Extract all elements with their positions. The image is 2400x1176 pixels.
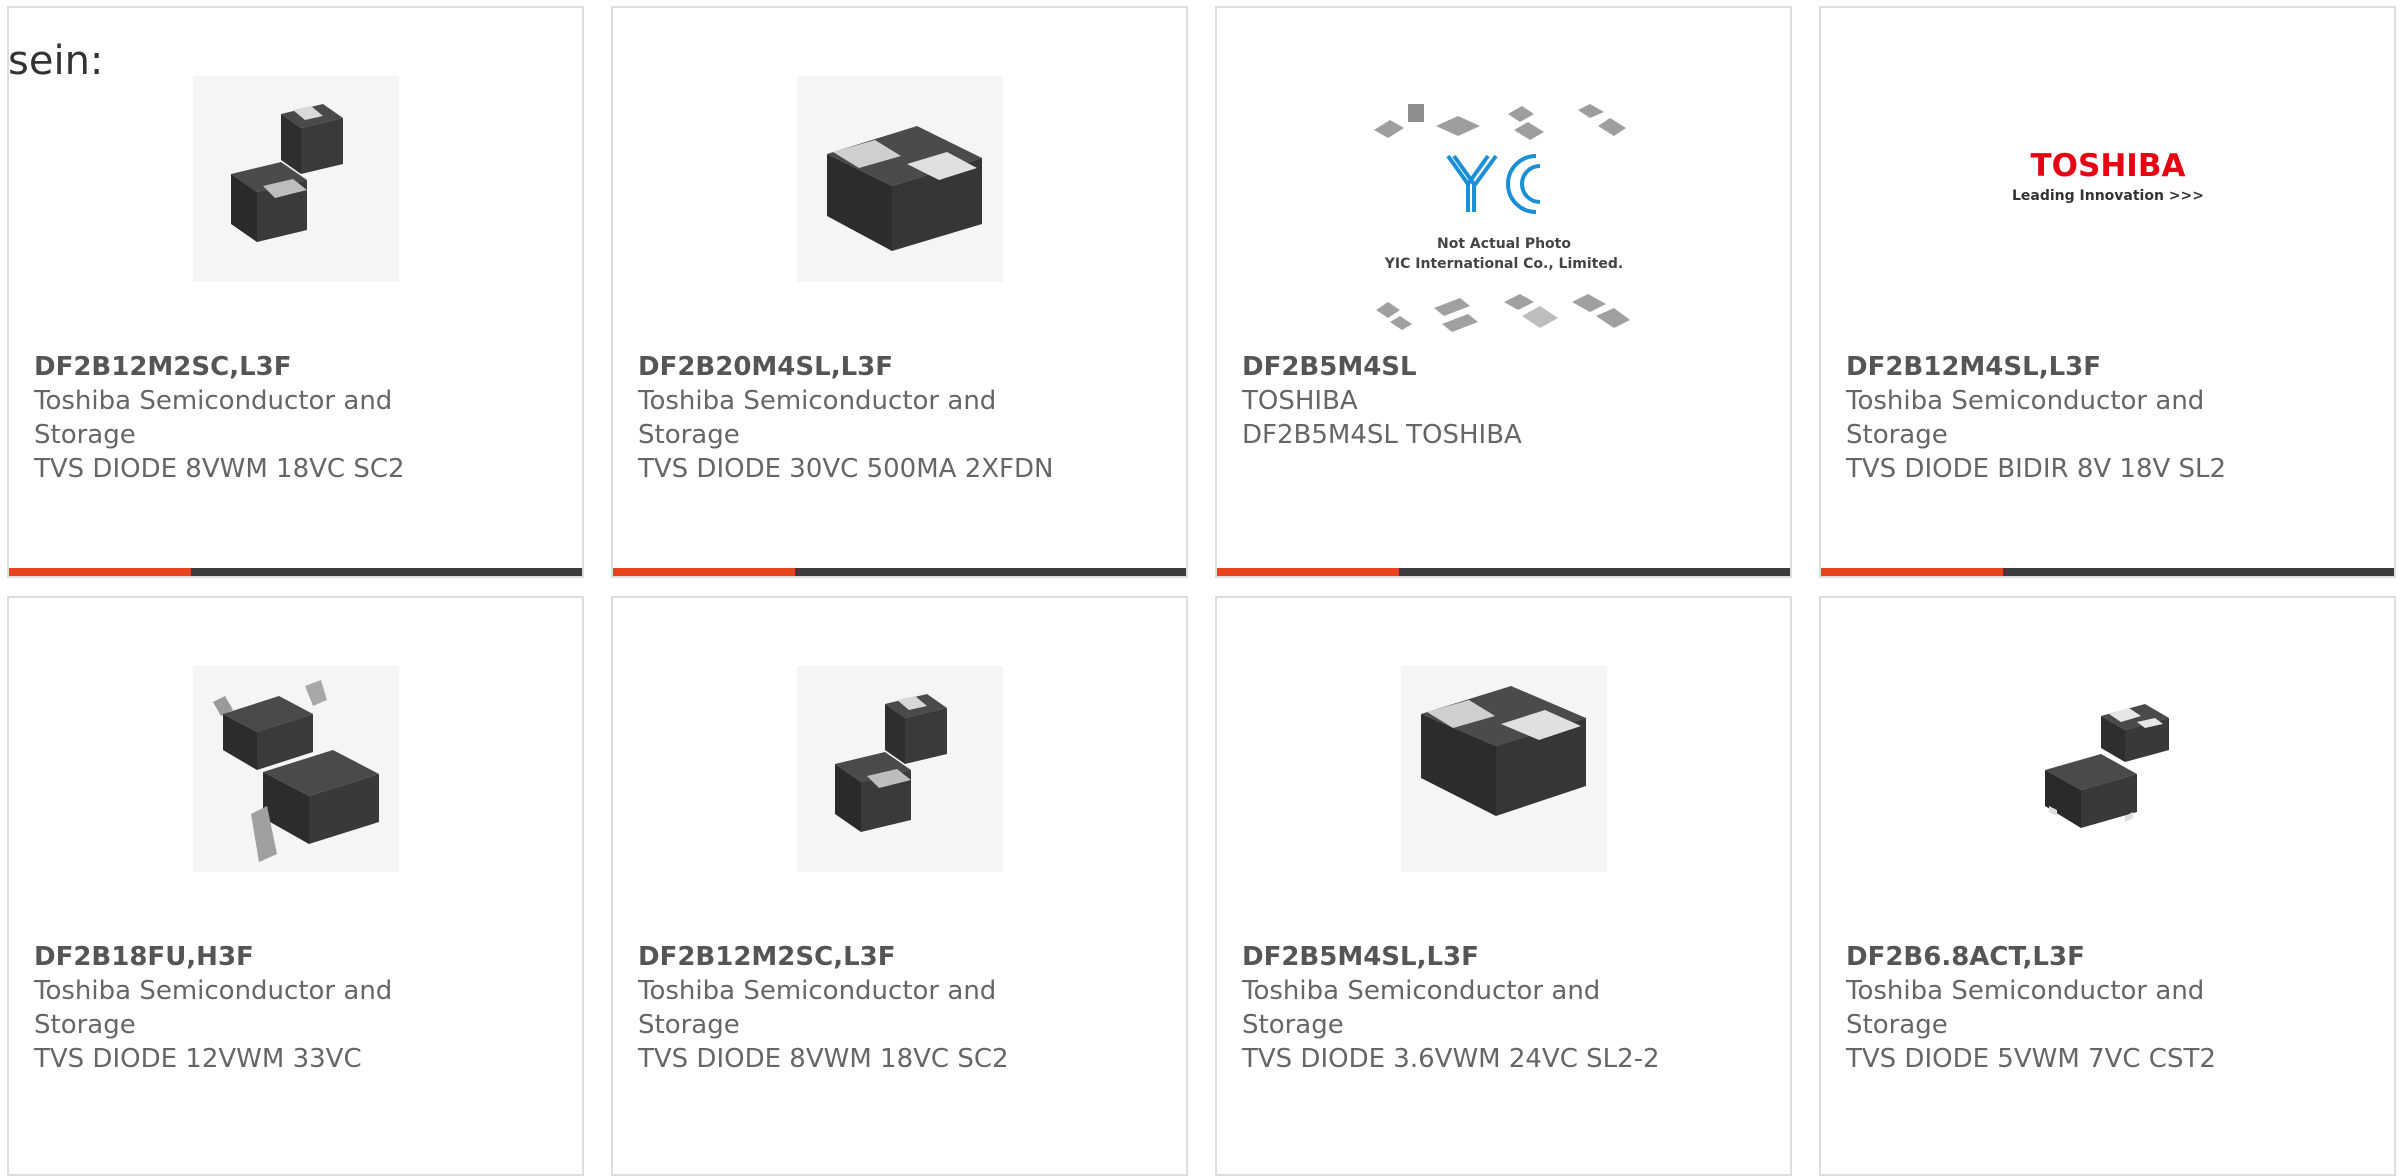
card-accent [1821, 568, 2003, 576]
product-image[interactable] [2004, 666, 2211, 872]
description: TVS DIODE BIDIR 8V 18V SL2 [1846, 454, 2227, 484]
card-bottom-bar [1821, 568, 2394, 576]
product-card[interactable]: DF2B6.8ACT,L3F Toshiba Semiconductor and… [1819, 596, 2396, 1176]
product-info: DF2B12M4SL,L3F Toshiba Semiconductor and… [1846, 350, 2266, 486]
product-info: DF2B5M4SL,L3F Toshiba Semiconductor and … [1242, 940, 1662, 1076]
card-bottom-bar [9, 568, 582, 576]
product-info: DF2B18FU,H3F Toshiba Semiconductor and S… [34, 940, 454, 1076]
part-number[interactable]: DF2B12M4SL,L3F [1846, 350, 2266, 384]
product-image[interactable] [796, 666, 1003, 872]
toshiba-tagline: Leading Innovation >>> [2011, 188, 2203, 204]
product-image[interactable] [796, 76, 1003, 282]
part-number[interactable]: DF2B20M4SL,L3F [638, 350, 1058, 384]
part-number[interactable]: DF2B5M4SL,L3F [1242, 940, 1662, 974]
manufacturer: Toshiba Semiconductor and Storage [34, 976, 393, 1040]
product-info: DF2B12M2SC,L3F Toshiba Semiconductor and… [638, 940, 1058, 1076]
yic-note-line2: YIC International Co., Limited. [1383, 256, 1622, 272]
description: DF2B5M4SL TOSHIBA [1242, 420, 1522, 450]
description: TVS DIODE 5VWM 7VC CST2 [1846, 1044, 2216, 1074]
part-number[interactable]: DF2B18FU,H3F [34, 940, 454, 974]
manufacturer: TOSHIBA [1242, 386, 1358, 416]
description: TVS DIODE 8VWM 18VC SC2 [34, 454, 405, 484]
product-image[interactable]: TOSHIBA Leading Innovation >>> [1998, 144, 2218, 214]
yic-note-line1: Not Actual Photo [1437, 236, 1571, 252]
product-image[interactable] [192, 76, 399, 282]
manufacturer: Toshiba Semiconductor and Storage [638, 976, 997, 1040]
card-bottom-bar [613, 568, 1186, 576]
product-image[interactable]: Not Actual Photo YIC International Co., … [1363, 96, 1644, 340]
description: TVS DIODE 12VWM 33VC [34, 1044, 362, 1074]
manufacturer: Toshiba Semiconductor and Storage [638, 386, 997, 450]
product-card[interactable]: TOSHIBA Leading Innovation >>> DF2B12M4S… [1819, 6, 2396, 578]
part-number[interactable]: DF2B5M4SL [1242, 350, 1662, 384]
toshiba-logo: TOSHIBA [2030, 148, 2185, 184]
manufacturer: Toshiba Semiconductor and Storage [1846, 976, 2205, 1040]
part-number[interactable]: DF2B6.8ACT,L3F [1846, 940, 2266, 974]
description: TVS DIODE 8VWM 18VC SC2 [638, 1044, 1009, 1074]
manufacturer: Toshiba Semiconductor and Storage [34, 386, 393, 450]
product-card[interactable]: Not Actual Photo YIC International Co., … [1215, 6, 1792, 578]
product-card[interactable]: DF2B12M2SC,L3F Toshiba Semiconductor and… [611, 596, 1188, 1176]
card-bottom-bar [1217, 568, 1790, 576]
manufacturer: Toshiba Semiconductor and Storage [1846, 386, 2205, 450]
part-number[interactable]: DF2B12M2SC,L3F [34, 350, 454, 384]
product-card[interactable]: DF2B5M4SL,L3F Toshiba Semiconductor and … [1215, 596, 1792, 1176]
part-number[interactable]: DF2B12M2SC,L3F [638, 940, 1058, 974]
product-info: DF2B5M4SL TOSHIBA DF2B5M4SL TOSHIBA [1242, 350, 1662, 452]
description: TVS DIODE 30VC 500MA 2XFDN [638, 454, 1054, 484]
lead-text: sein: [8, 38, 104, 84]
product-card[interactable]: DF2B12M2SC,L3F Toshiba Semiconductor and… [7, 6, 584, 578]
product-image[interactable] [1400, 666, 1607, 872]
card-accent [613, 568, 795, 576]
product-info: DF2B6.8ACT,L3F Toshiba Semiconductor and… [1846, 940, 2266, 1076]
product-info: DF2B20M4SL,L3F Toshiba Semiconductor and… [638, 350, 1058, 486]
product-info: DF2B12M2SC,L3F Toshiba Semiconductor and… [34, 350, 454, 486]
product-card[interactable]: DF2B18FU,H3F Toshiba Semiconductor and S… [7, 596, 584, 1176]
card-accent [1217, 568, 1399, 576]
product-card[interactable]: DF2B20M4SL,L3F Toshiba Semiconductor and… [611, 6, 1188, 578]
description: TVS DIODE 3.6VWM 24VC SL2-2 [1242, 1044, 1660, 1074]
product-image[interactable] [192, 666, 399, 872]
card-accent [9, 568, 191, 576]
manufacturer: Toshiba Semiconductor and Storage [1242, 976, 1601, 1040]
